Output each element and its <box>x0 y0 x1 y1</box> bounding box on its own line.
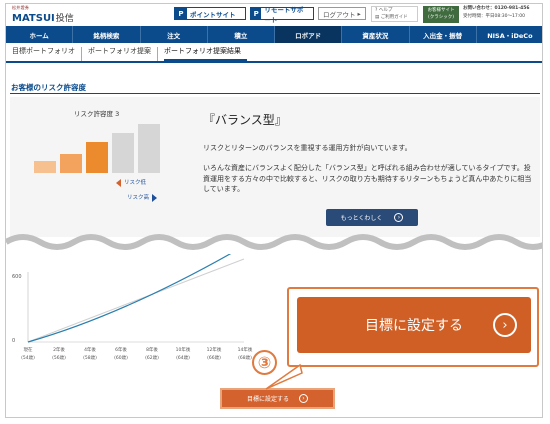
main-nav: ホーム 銘柄検索 注文 積立 ロボアド 資産状況 入出金・振替 NISA・iDe… <box>6 26 542 43</box>
x-tick-sublabel: (68歳) <box>238 354 252 361</box>
logo-text: MATSUI投信 <box>12 13 74 24</box>
chevron-right-icon: › <box>493 313 517 337</box>
subnav-target-portfolio[interactable]: 目標ポートフォリオ <box>12 47 82 61</box>
point-site-label: ポイントサイト <box>190 10 236 19</box>
contact-info: お問い合わせ：0120-981-456 受付時間：平日08:30～17:00 <box>463 5 542 21</box>
more-details-label: もっとくわしく <box>340 215 383 222</box>
remote-support-label: リモートサポート <box>264 5 304 24</box>
x-tick-label: 4年後 <box>84 346 96 353</box>
logout-button[interactable]: ログアウト ▸ <box>318 7 366 20</box>
nav-order[interactable]: 注文 <box>141 26 208 43</box>
contact-hours: 受付時間：平日08:30～17:00 <box>463 14 525 19</box>
baseline-series <box>27 258 245 343</box>
help-link[interactable]: ? ヘルプ <box>375 7 417 14</box>
x-tick-sublabel: (62歳) <box>145 354 159 361</box>
logout-label: ログアウト <box>323 10 356 19</box>
remote-icon: P <box>251 8 262 19</box>
nav-fund-search[interactable]: 銘柄検索 <box>73 26 141 43</box>
more-details-button[interactable]: もっとくわしく › <box>326 209 418 226</box>
risk-panel: リスク許容度 3 リスク低 リスク高 『バランス型』 リスクとリターンのバランス… <box>10 97 540 237</box>
y-tick-bottom: 0 <box>12 338 15 344</box>
top-header: 松井證券 MATSUI投信 P ポイントサイト P リモートサポート ログアウト… <box>6 4 542 26</box>
nav-roboad[interactable]: ロボアド <box>275 26 343 43</box>
risk-low-arrow-icon <box>116 178 121 187</box>
subnav-portfolio-proposal[interactable]: ポートフォリオ提案 <box>88 47 158 61</box>
x-tick-label: 2年後 <box>53 346 65 353</box>
risk-high-indicator: リスク高 <box>127 193 158 202</box>
help-box[interactable]: ? ヘルプ ▤ ご利用ガイド <box>371 6 418 22</box>
risk-bar-1 <box>34 161 56 173</box>
risk-bar-2 <box>60 154 82 173</box>
subnav-proposal-result[interactable]: ポートフォリオ提案結果 <box>164 47 247 61</box>
logout-arrow-icon: ▸ <box>357 9 361 18</box>
section-divider <box>10 93 540 94</box>
x-tick-sublabel: (66歳) <box>207 354 221 361</box>
point-site-button[interactable]: P ポイントサイト <box>174 7 246 20</box>
nav-accumulation[interactable]: 積立 <box>208 26 275 43</box>
nav-deposit[interactable]: 入出金・振替 <box>410 26 477 43</box>
risk-bar-3 <box>86 142 108 173</box>
sub-nav: 目標ポートフォリオ ポートフォリオ提案 ポートフォリオ提案結果 <box>6 43 542 63</box>
risk-low-label: リスク低 <box>124 180 147 186</box>
risk-tolerance-label: リスク許容度 3 <box>74 110 120 118</box>
x-tick-sublabel: (54歳) <box>21 354 35 361</box>
asset-projection-chart: 600 0 現在(54歳) 2年後(56歳) 4年後(58歳) 6年後(60歳) 8年後… <box>12 254 253 361</box>
x-tick-label: 10年後 <box>176 346 191 353</box>
point-icon: P <box>175 8 187 19</box>
section-title: お客様のリスク許容度 <box>11 83 86 92</box>
x-tick-label: 8年後 <box>146 346 158 353</box>
zoom-callout: 目標に設定する › <box>287 287 539 367</box>
x-tick-label: 14年後 <box>238 346 253 353</box>
set-goal-button-large[interactable]: 目標に設定する › <box>297 297 531 353</box>
x-tick-label: 6年後 <box>115 346 127 353</box>
risk-type-summary: リスクとリターンのバランスを重視する運用方針が向いています。 <box>203 144 412 152</box>
customer-site-classic-button[interactable]: お客様サイト (クラシック) <box>423 6 459 23</box>
risk-bar-4 <box>112 133 134 173</box>
x-tick-sublabel: (64歳) <box>176 354 190 361</box>
x-tick-sublabel: (60歳) <box>114 354 128 361</box>
nav-home[interactable]: ホーム <box>6 26 74 43</box>
guide-link[interactable]: ▤ ご利用ガイド <box>375 14 417 21</box>
risk-high-label: リスク高 <box>127 195 150 201</box>
risk-type-description: いろんな資産にバランスよく配分した「バランス型」と呼ばれる組み合わせが適している… <box>203 164 532 193</box>
x-tick-sublabel: (58歳) <box>83 354 97 361</box>
set-goal-large-label: 目標に設定する <box>365 318 463 334</box>
nav-assets[interactable]: 資産状況 <box>342 26 410 43</box>
nav-nisa[interactable]: NISA・iDeCo <box>477 26 542 43</box>
customer-site-line2: (クラシック) <box>428 15 454 20</box>
risk-bar-5 <box>138 124 160 173</box>
projection-series <box>27 254 232 343</box>
app-frame: 松井證券 MATSUI投信 P ポイントサイト P リモートサポート ログアウト… <box>5 3 543 418</box>
step-number-badge: ③ <box>252 350 277 375</box>
remote-support-button[interactable]: P リモートサポート <box>250 6 314 24</box>
risk-type-title: 『バランス型』 <box>203 113 287 127</box>
x-tick-label: 12年後 <box>207 346 222 353</box>
wave-divider <box>6 234 542 254</box>
y-tick-top: 600 <box>12 274 22 280</box>
logo[interactable]: 松井證券 MATSUI投信 <box>12 5 74 24</box>
chevron-right-icon: › <box>394 213 404 222</box>
x-axis-labels: 現在(54歳) 2年後(56歳) 4年後(58歳) 6年後(60歳) 8年後(62歳) 1… <box>21 346 253 361</box>
x-tick-label: 現在 <box>24 346 33 353</box>
x-tick-sublabel: (56歳) <box>52 354 66 361</box>
risk-low-indicator: リスク低 <box>116 178 146 187</box>
contact-phone: お問い合わせ：0120-981-456 <box>463 6 530 11</box>
risk-high-arrow-icon <box>152 193 158 202</box>
customer-site-line1: お客様サイト <box>427 8 455 13</box>
